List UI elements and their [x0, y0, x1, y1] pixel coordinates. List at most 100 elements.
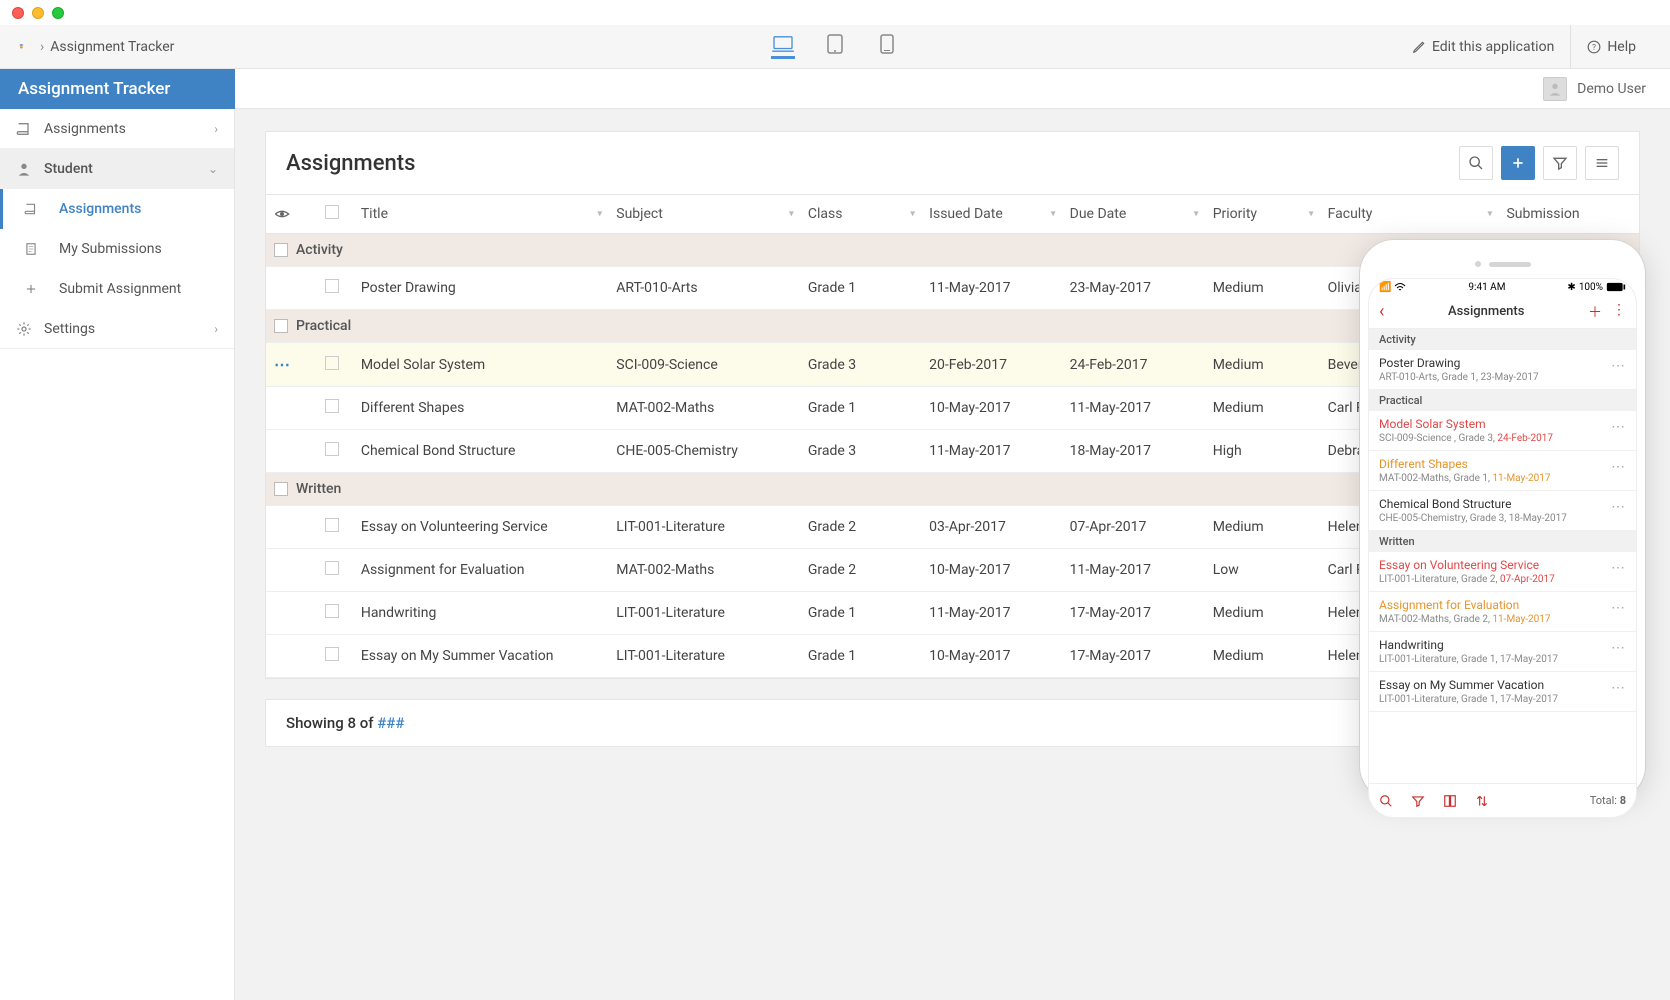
sidebar-item-assignments[interactable]: Assignments ›	[0, 109, 234, 149]
search-icon[interactable]	[1379, 794, 1393, 808]
filter-icon[interactable]	[1411, 794, 1425, 808]
mobile-row[interactable]: Chemical Bond Structure CHE-005-Chemistr…	[1369, 491, 1636, 531]
mobile-row[interactable]: Essay on My Summer Vacation LIT-001-Lite…	[1369, 672, 1636, 712]
cell-class: Grade 1	[800, 635, 921, 678]
bluetooth-icon: ✱	[1567, 282, 1575, 293]
status-time: 9:41 AM	[1468, 282, 1505, 293]
row-more-icon[interactable]: ⋯	[1611, 358, 1626, 374]
cell-subject: LIT-001-Literature	[608, 592, 800, 635]
cell-title: Chemical Bond Structure	[353, 430, 608, 473]
col-due[interactable]: Due Date▾	[1062, 195, 1205, 234]
cell-title: Essay on Volunteering Service	[353, 506, 608, 549]
checkbox[interactable]	[325, 442, 339, 456]
page-title: Assignments	[286, 151, 415, 176]
back-icon[interactable]: ‹	[1379, 301, 1384, 322]
cell-issued: 10-May-2017	[921, 387, 1061, 430]
device-preview-switch	[771, 35, 899, 59]
row-actions-icon[interactable]: ⋯	[274, 355, 291, 374]
sidebar-sub-submit[interactable]: Submit Assignment	[0, 269, 234, 309]
row-more-icon[interactable]: ⋯	[1611, 459, 1626, 475]
columns-icon[interactable]	[1443, 794, 1457, 808]
menu-button[interactable]	[1585, 146, 1619, 180]
cell-title: Different Shapes	[353, 387, 608, 430]
checkbox[interactable]	[325, 647, 339, 661]
row-more-icon[interactable]: ⋯	[1611, 640, 1626, 656]
tablet-preview-button[interactable]	[823, 35, 847, 59]
sidebar-item-student[interactable]: Student ⌄	[0, 149, 234, 189]
checkbox[interactable]	[325, 205, 339, 219]
checkbox[interactable]	[274, 482, 288, 496]
mobile-preview-button[interactable]	[875, 35, 899, 59]
row-more-icon[interactable]: ⋯	[1611, 560, 1626, 576]
checkbox[interactable]	[274, 319, 288, 333]
search-button[interactable]	[1459, 146, 1493, 180]
sidebar-sub-assignments[interactable]: Assignments	[0, 189, 234, 229]
checkbox[interactable]	[325, 604, 339, 618]
cell-class: Grade 3	[800, 343, 921, 387]
col-priority[interactable]: Priority▾	[1205, 195, 1320, 234]
pencil-icon	[1412, 40, 1426, 54]
col-class[interactable]: Class▾	[800, 195, 921, 234]
battery-icon	[1606, 282, 1626, 292]
cell-priority: Medium	[1205, 343, 1320, 387]
sort-icon: ▾	[789, 209, 794, 220]
document-icon	[23, 241, 39, 257]
app-title: Assignment Tracker	[0, 69, 235, 109]
checkbox[interactable]	[325, 561, 339, 575]
top-toolbar: › Assignment Tracker Edit this applicati…	[0, 25, 1670, 69]
app-header: Assignment Tracker Demo User	[0, 69, 1670, 109]
desktop-preview-button[interactable]	[771, 35, 795, 59]
chevron-right-icon: ›	[214, 122, 218, 136]
mobile-row[interactable]: Handwriting LIT-001-Literature, Grade 1,…	[1369, 632, 1636, 672]
mobile-row[interactable]: Assignment for Evaluation MAT-002-Maths,…	[1369, 592, 1636, 632]
row-more-icon[interactable]: ⋯	[1611, 600, 1626, 616]
help-link[interactable]: ? Help	[1570, 25, 1652, 69]
col-issued[interactable]: Issued Date▾	[921, 195, 1061, 234]
more-icon[interactable]: ⋮	[1612, 302, 1626, 322]
col-eye[interactable]	[266, 195, 317, 234]
checkbox[interactable]	[325, 399, 339, 413]
breadcrumb-app[interactable]: Assignment Tracker	[50, 39, 174, 55]
row-more-icon[interactable]: ⋯	[1611, 680, 1626, 696]
sort-icon[interactable]	[1475, 794, 1489, 808]
cell-priority: Medium	[1205, 387, 1320, 430]
book-icon	[23, 201, 39, 217]
close-window-dot[interactable]	[12, 7, 24, 19]
col-title[interactable]: Title▾	[353, 195, 608, 234]
checkbox[interactable]	[325, 279, 339, 293]
cell-class: Grade 1	[800, 592, 921, 635]
cell-issued: 11-May-2017	[921, 592, 1061, 635]
mobile-row[interactable]: Different Shapes MAT-002-Maths, Grade 1,…	[1369, 451, 1636, 491]
zoom-window-dot[interactable]	[52, 7, 64, 19]
minimize-window-dot[interactable]	[32, 7, 44, 19]
col-subject[interactable]: Subject▾	[608, 195, 800, 234]
checkbox[interactable]	[325, 518, 339, 532]
filter-button[interactable]	[1543, 146, 1577, 180]
row-more-icon[interactable]: ⋯	[1611, 499, 1626, 515]
checkbox[interactable]	[274, 243, 288, 257]
user-chip[interactable]: Demo User	[1543, 77, 1670, 101]
edit-application-link[interactable]: Edit this application	[1396, 25, 1570, 69]
col-faculty[interactable]: Faculty▾	[1320, 195, 1499, 234]
mobile-nav-bar: ‹ Assignments ＋ ⋮	[1369, 295, 1636, 329]
avatar	[1543, 77, 1567, 101]
checkbox[interactable]	[325, 356, 339, 370]
col-checkbox[interactable]	[317, 195, 353, 234]
sidebar-item-settings[interactable]: Settings ›	[0, 309, 234, 349]
mobile-row[interactable]: Essay on Volunteering Service LIT-001-Li…	[1369, 552, 1636, 592]
mobile-row[interactable]: Poster Drawing ART-010-Arts, Grade 1, 23…	[1369, 350, 1636, 390]
col-submission[interactable]: Submission	[1498, 195, 1639, 234]
sort-icon: ▾	[1194, 209, 1199, 220]
sidebar-sub-label: Submit Assignment	[59, 281, 181, 297]
row-more-icon[interactable]: ⋯	[1611, 419, 1626, 435]
add-icon[interactable]: ＋	[1588, 302, 1602, 322]
book-icon	[16, 121, 32, 137]
cell-priority: Low	[1205, 549, 1320, 592]
sidebar-sub-submissions[interactable]: My Submissions	[0, 229, 234, 269]
cell-issued: 11-May-2017	[921, 267, 1061, 310]
sidebar: Assignments › Student ⌄ Assignments My S…	[0, 109, 235, 1000]
cell-issued: 10-May-2017	[921, 549, 1061, 592]
add-button[interactable]	[1501, 146, 1535, 180]
mobile-row[interactable]: Model Solar System SCI-009-Science , Gra…	[1369, 411, 1636, 451]
mobile-section-written: Written	[1369, 531, 1636, 552]
